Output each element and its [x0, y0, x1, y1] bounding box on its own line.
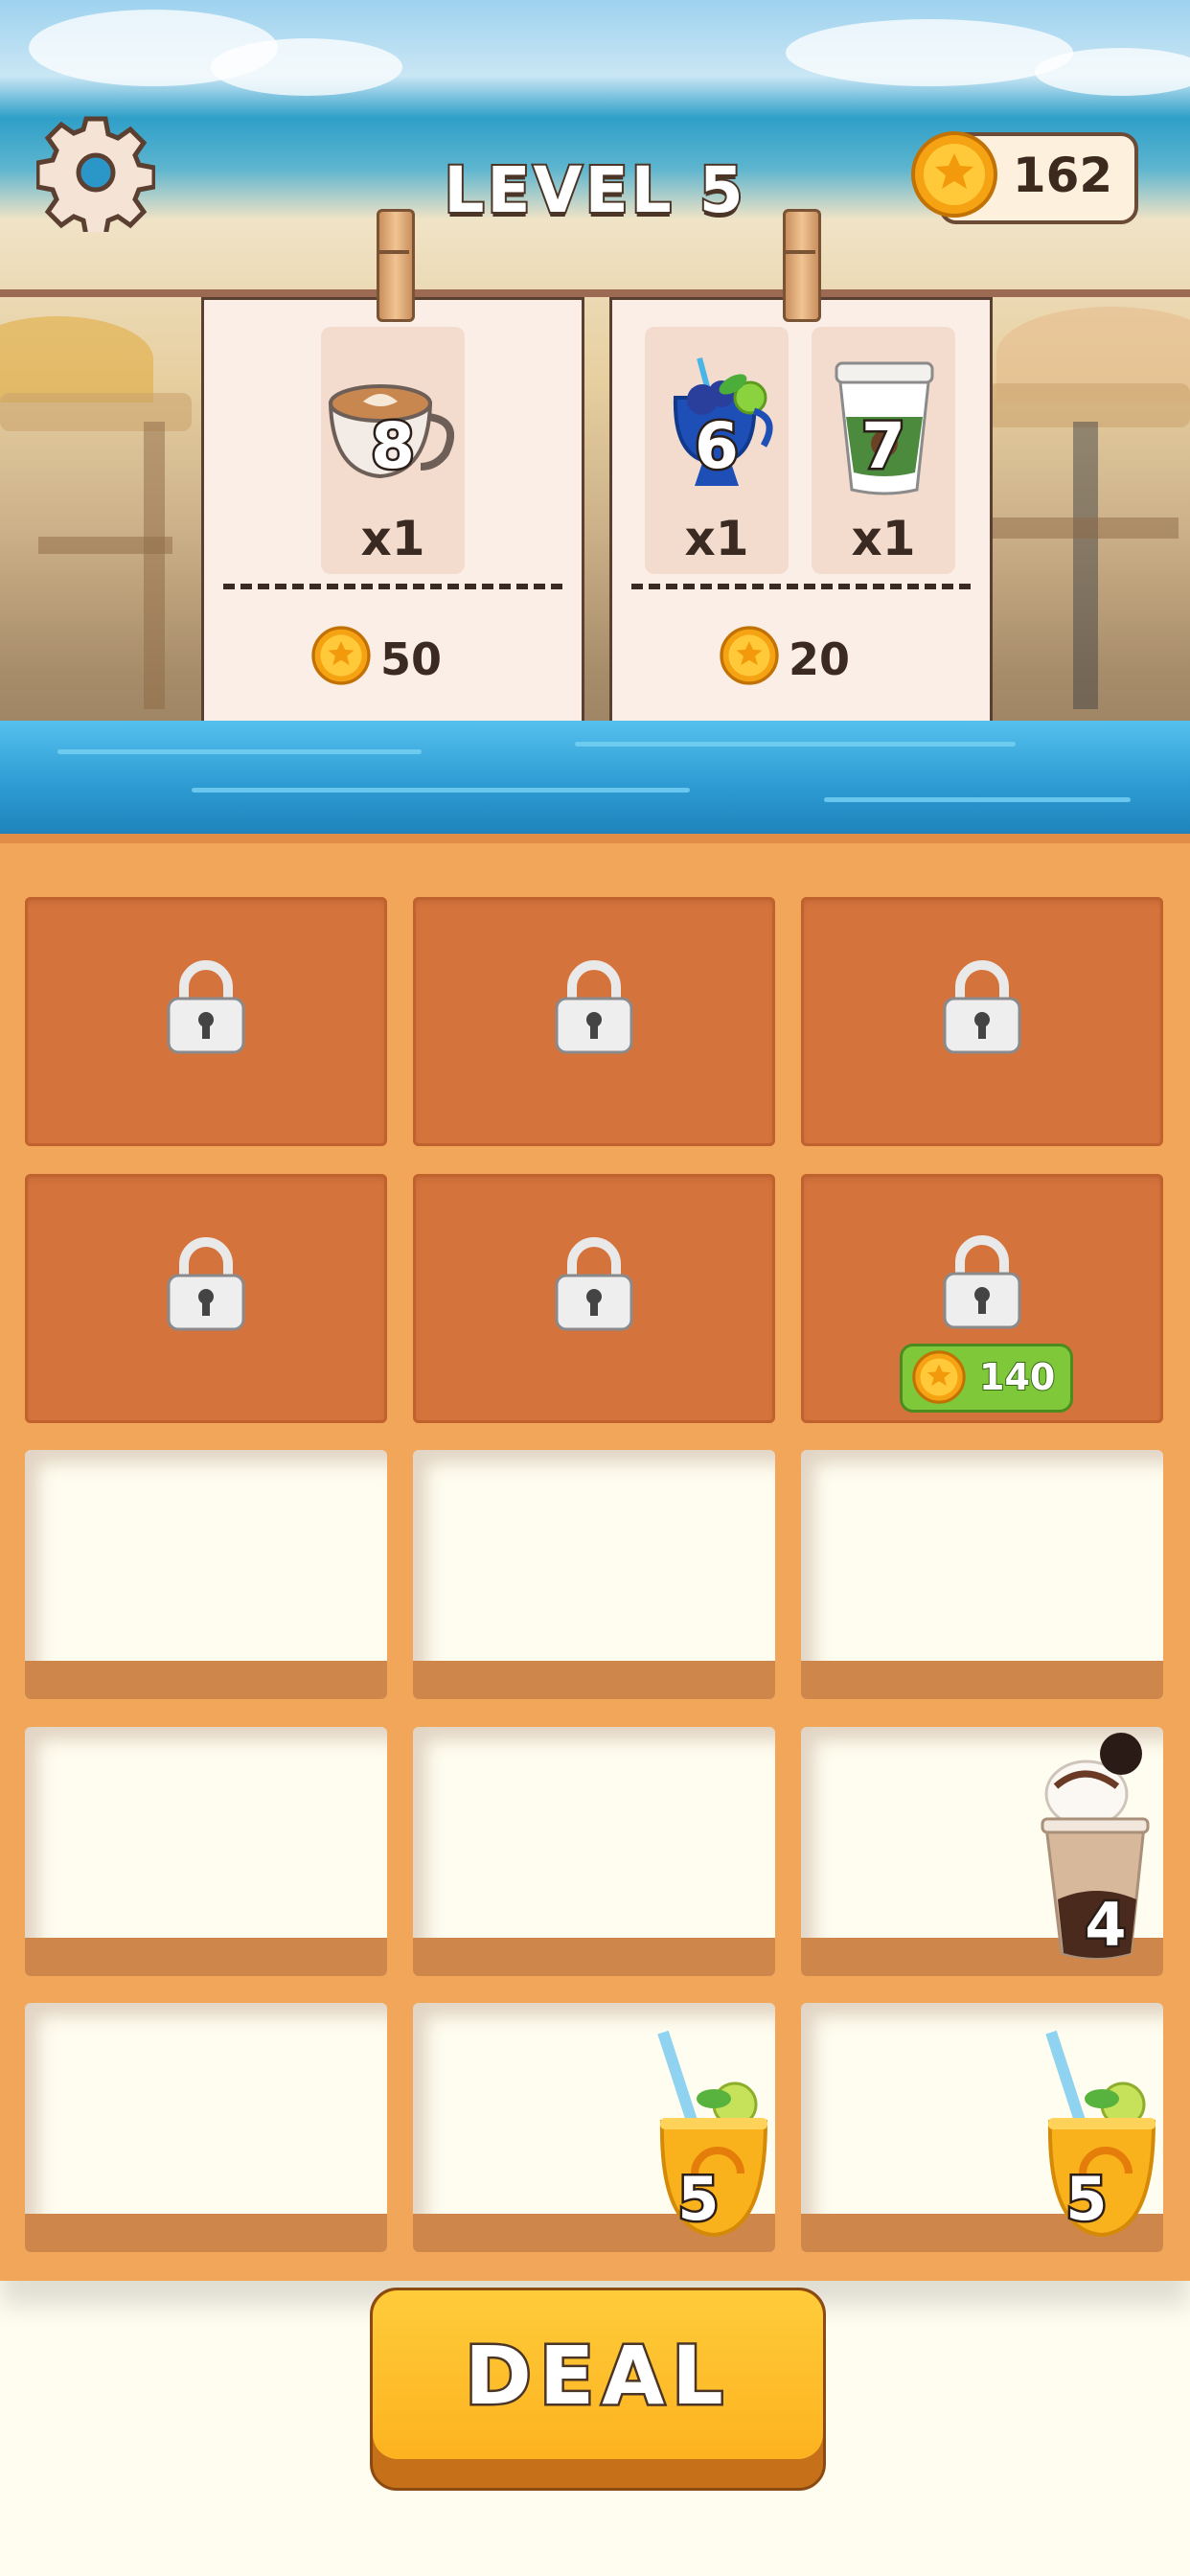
- order-item: 7 x1: [812, 327, 955, 574]
- drink-item[interactable]: 4: [1029, 1727, 1163, 1966]
- item-number: 7: [859, 407, 908, 486]
- water-strip: [0, 721, 1190, 843]
- locked-cell[interactable]: [413, 897, 775, 1146]
- clothesline: [0, 289, 1190, 297]
- shelf-board: 140 4 5 5: [0, 834, 1190, 2281]
- locked-cell[interactable]: [413, 1174, 775, 1423]
- empty-shelf-cell[interactable]: [25, 1450, 387, 1699]
- coin-icon: [912, 1350, 966, 1404]
- item-quantity: x1: [851, 511, 916, 566]
- coin-icon: [311, 626, 371, 685]
- clothespin: [377, 209, 415, 322]
- item-number: 4: [1083, 1888, 1129, 1963]
- empty-shelf-cell[interactable]: [413, 1450, 775, 1699]
- item-quantity: x1: [684, 511, 749, 566]
- order-reward: 20: [612, 626, 990, 693]
- order-item: 6 x1: [645, 327, 789, 574]
- empty-shelf-cell[interactable]: [413, 1727, 775, 1976]
- deal-button-label: DEAL: [463, 2327, 731, 2426]
- item-number: 8: [369, 407, 418, 486]
- item-number: 5: [1064, 2162, 1110, 2237]
- drink-item[interactable]: 5: [1041, 2030, 1163, 2252]
- empty-shelf-cell[interactable]: [801, 1450, 1163, 1699]
- divider: [631, 584, 971, 589]
- settings-button[interactable]: [34, 113, 157, 239]
- coin-icon: [720, 626, 779, 685]
- lock-icon: [943, 960, 1021, 1054]
- locked-cell[interactable]: [25, 897, 387, 1146]
- unlock-button[interactable]: 140: [900, 1344, 1073, 1413]
- lock-icon: [555, 1237, 633, 1331]
- order-reward: 50: [204, 626, 582, 693]
- deal-button[interactable]: DEAL: [370, 2288, 826, 2491]
- empty-shelf-cell[interactable]: [25, 2003, 387, 2252]
- item-number: 5: [675, 2162, 721, 2237]
- item-number: 6: [693, 407, 742, 486]
- lock-icon: [943, 1235, 1021, 1329]
- lock-icon: [167, 960, 245, 1054]
- order-item: 8 x1: [321, 327, 465, 574]
- reward-amount: 50: [380, 633, 443, 685]
- gear-icon: [34, 116, 157, 239]
- lock-icon: [555, 960, 633, 1054]
- clothespin: [783, 209, 821, 322]
- reward-amount: 20: [789, 633, 851, 685]
- locked-cell[interactable]: [801, 897, 1163, 1146]
- drink-item[interactable]: 5: [652, 2030, 775, 2252]
- order-card: 6 x1 7 x1 20: [609, 209, 993, 735]
- coin-icon: [911, 131, 997, 218]
- coin-count: 162: [1012, 148, 1113, 203]
- shelf-cell[interactable]: 5: [413, 2003, 775, 2252]
- divider: [223, 584, 562, 589]
- unlock-cost: 140: [978, 1355, 1056, 1399]
- shelf-cell[interactable]: 4: [801, 1727, 1163, 1976]
- order-card: 8 x1 50: [201, 209, 584, 735]
- empty-shelf-cell[interactable]: [25, 1727, 387, 1976]
- unlockable-cell[interactable]: 140: [801, 1174, 1163, 1423]
- locked-cell[interactable]: [25, 1174, 387, 1423]
- lock-icon: [167, 1237, 245, 1331]
- level-title: LEVEL 5: [442, 151, 746, 229]
- beach-background: [0, 0, 1190, 843]
- item-quantity: x1: [360, 511, 425, 566]
- shelf-cell[interactable]: 5: [801, 2003, 1163, 2252]
